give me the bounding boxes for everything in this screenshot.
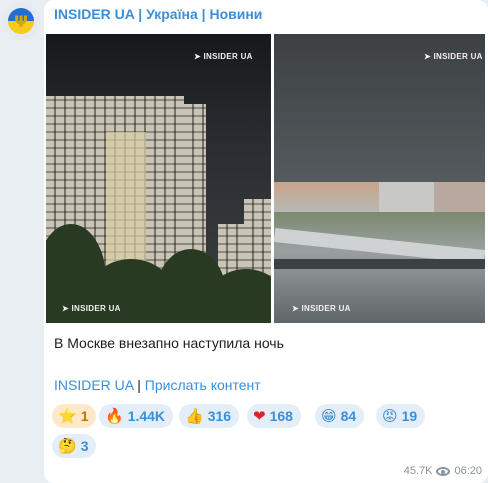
thumbs-up-icon: 👍 bbox=[185, 407, 204, 425]
eye-icon bbox=[436, 466, 451, 476]
channel-title[interactable]: INSIDER UA | Україна | Новини bbox=[54, 6, 262, 22]
insider-ua-link[interactable]: INSIDER UA bbox=[54, 377, 133, 393]
reaction-fire[interactable]: 🔥 1.44K bbox=[99, 404, 174, 428]
reaction-count: 1 bbox=[80, 408, 89, 424]
reaction-count: 1.44K bbox=[127, 408, 166, 424]
reaction-count: 84 bbox=[340, 408, 357, 424]
photo-1[interactable]: ➤ INSIDER UA ➤ INSIDER UA bbox=[46, 34, 271, 323]
telegram-icon: ➤ bbox=[424, 52, 434, 61]
photo-2-watermark: ➤ INSIDER UA bbox=[424, 52, 483, 61]
photo-1-watermark: ➤ INSIDER UA bbox=[194, 52, 253, 61]
telegram-icon: ➤ bbox=[194, 52, 204, 61]
message-links: INSIDER UA | Прислать контент bbox=[54, 377, 261, 393]
reaction-star[interactable]: ⭐ 1 bbox=[52, 404, 97, 428]
heart-icon: ❤ bbox=[253, 407, 266, 425]
message-text: В Москве внезапно наступила ночь bbox=[54, 335, 284, 351]
trident-icon: Ψ bbox=[14, 11, 28, 31]
views-count: 45.7K bbox=[403, 465, 433, 477]
photo-1-watermark-bottom: ➤ INSIDER UA bbox=[62, 304, 121, 313]
watermark-text: INSIDER UA bbox=[203, 52, 253, 61]
reaction-count: 19 bbox=[401, 408, 418, 424]
reaction-count: 3 bbox=[80, 438, 89, 454]
telegram-icon: ➤ bbox=[62, 304, 72, 313]
reaction-grin[interactable]: 😁 84 bbox=[315, 404, 365, 428]
fire-icon: 🔥 bbox=[105, 407, 124, 425]
angry-icon: 😡 bbox=[382, 407, 398, 425]
star-icon: ⭐ bbox=[58, 407, 77, 425]
message-time: 06:20 bbox=[454, 465, 482, 477]
message-bubble: INSIDER UA | Україна | Новини ➤ INSIDER … bbox=[44, 0, 488, 483]
reaction-count: 316 bbox=[207, 408, 232, 424]
reaction-count: 168 bbox=[269, 408, 293, 424]
watermark-text: INSIDER UA bbox=[433, 52, 483, 61]
grin-icon: 😁 bbox=[321, 407, 337, 425]
reaction-angry[interactable]: 😡 19 bbox=[376, 404, 426, 428]
thinking-icon: 🤔 bbox=[58, 437, 77, 455]
message-meta: 45.7K 06:20 bbox=[404, 465, 482, 477]
reaction-thinking[interactable]: 🤔 3 bbox=[52, 434, 97, 458]
reaction-thumbs-up[interactable]: 👍 316 bbox=[179, 404, 240, 428]
send-content-link[interactable]: Прислать контент bbox=[145, 377, 261, 393]
photo-2-watermark-bottom: ➤ INSIDER UA bbox=[292, 304, 351, 313]
channel-avatar[interactable]: Ψ bbox=[2, 2, 40, 40]
link-separator: | bbox=[137, 377, 141, 393]
telegram-icon: ➤ bbox=[292, 304, 302, 313]
watermark-text: INSIDER UA bbox=[301, 304, 351, 313]
reaction-heart[interactable]: ❤ 168 bbox=[247, 404, 301, 428]
photo-2[interactable]: ➤ INSIDER UA ➤ INSIDER UA bbox=[274, 34, 485, 323]
watermark-text: INSIDER UA bbox=[71, 304, 121, 313]
